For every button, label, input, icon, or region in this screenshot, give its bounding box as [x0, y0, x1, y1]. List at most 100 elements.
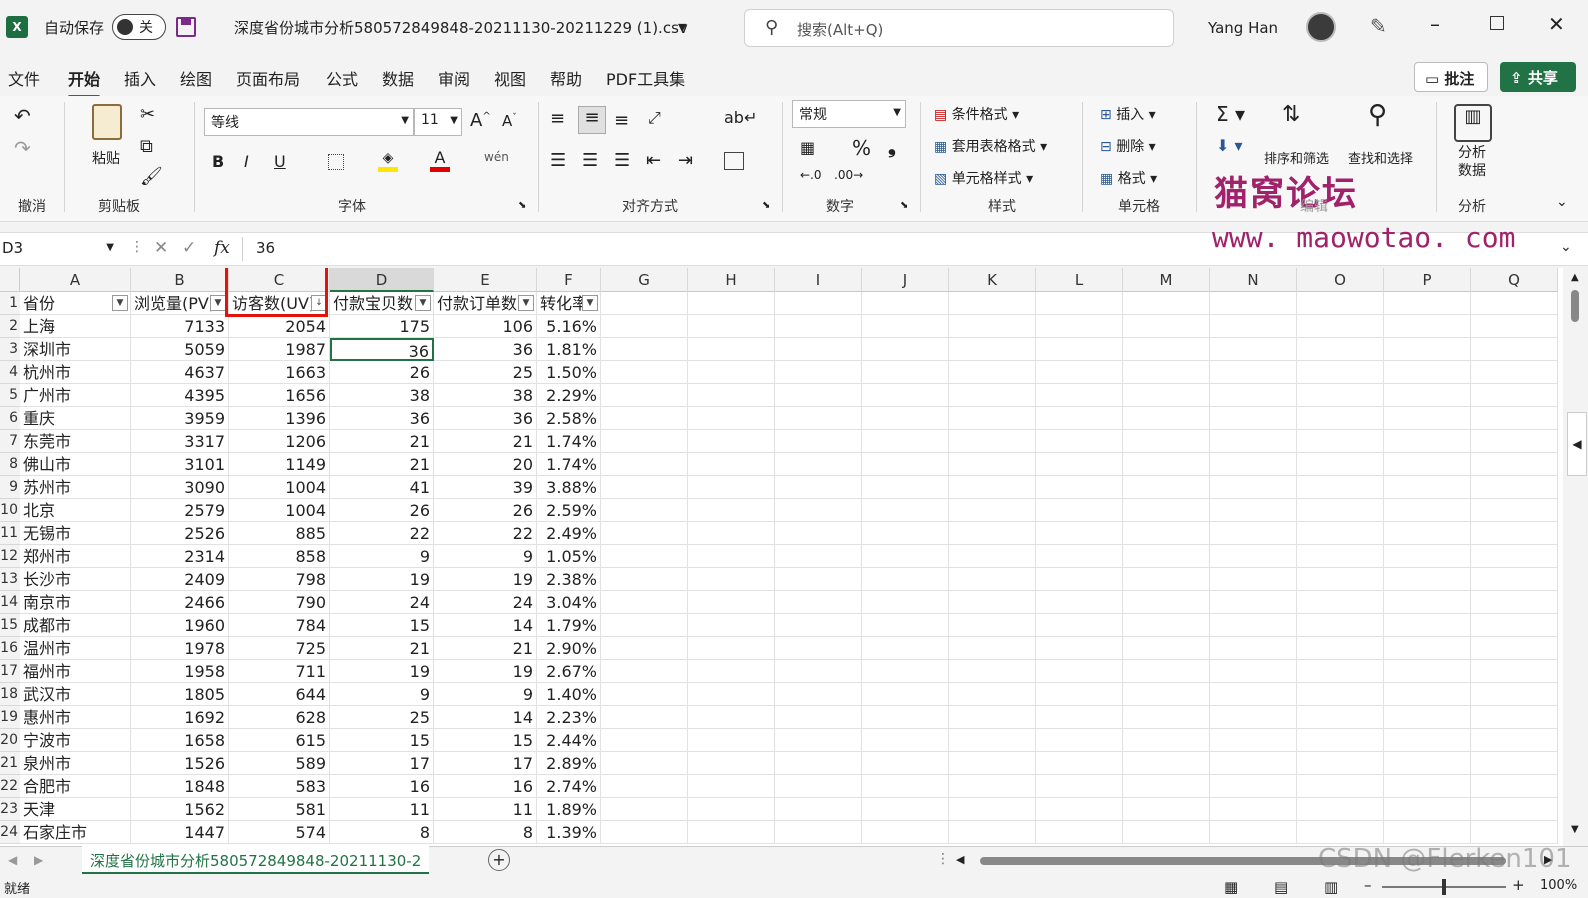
- empty-cell[interactable]: [601, 798, 688, 821]
- empty-cell[interactable]: [949, 614, 1036, 637]
- header-cell[interactable]: 付款订单数 ▼: [434, 292, 537, 315]
- table-cell[interactable]: 1.74%: [537, 453, 601, 476]
- empty-cell[interactable]: [688, 683, 775, 706]
- empty-cell[interactable]: [1123, 637, 1210, 660]
- empty-cell[interactable]: [862, 821, 949, 844]
- table-cell[interactable]: 19: [434, 568, 537, 591]
- empty-cell[interactable]: [1471, 545, 1558, 568]
- table-cell[interactable]: 2579: [131, 499, 229, 522]
- empty-cell[interactable]: [688, 614, 775, 637]
- empty-cell[interactable]: [1123, 407, 1210, 430]
- user-name[interactable]: Yang Han: [1208, 18, 1278, 38]
- column-header-j[interactable]: J: [862, 268, 949, 292]
- empty-cell[interactable]: [1384, 361, 1471, 384]
- empty-cell[interactable]: [1297, 338, 1384, 361]
- empty-cell[interactable]: [775, 706, 862, 729]
- table-cell[interactable]: 26: [330, 499, 434, 522]
- delete-cells-button[interactable]: ⊟ 删除 ▾: [1100, 136, 1156, 156]
- empty-cell[interactable]: [775, 821, 862, 844]
- empty-cell[interactable]: [1036, 545, 1123, 568]
- row-header[interactable]: 15: [0, 614, 20, 637]
- empty-cell[interactable]: [1297, 522, 1384, 545]
- table-cell[interactable]: 合肥市: [20, 775, 131, 798]
- table-cell[interactable]: 1.39%: [537, 821, 601, 844]
- table-cell[interactable]: 39: [434, 476, 537, 499]
- empty-cell[interactable]: [862, 522, 949, 545]
- empty-cell[interactable]: [1036, 338, 1123, 361]
- menu-pdf-tools[interactable]: PDF工具集: [606, 66, 685, 90]
- empty-cell[interactable]: [862, 660, 949, 683]
- sort-descending-filter-icon[interactable]: ↓: [311, 295, 327, 311]
- empty-cell[interactable]: [1036, 706, 1123, 729]
- table-cell[interactable]: 4395: [131, 384, 229, 407]
- table-cell[interactable]: 15: [330, 729, 434, 752]
- empty-cell[interactable]: [1471, 315, 1558, 338]
- row-header[interactable]: 3: [0, 338, 20, 361]
- empty-cell[interactable]: [601, 430, 688, 453]
- cancel-icon[interactable]: ✕: [154, 238, 168, 258]
- empty-cell[interactable]: [1036, 499, 1123, 522]
- scroll-thumb[interactable]: [1571, 290, 1579, 322]
- empty-cell[interactable]: [1123, 476, 1210, 499]
- conditional-format-button[interactable]: ▤ 条件格式 ▾: [934, 104, 1019, 124]
- empty-cell[interactable]: [1384, 591, 1471, 614]
- empty-cell[interactable]: [862, 499, 949, 522]
- empty-cell[interactable]: [1384, 315, 1471, 338]
- empty-cell[interactable]: [775, 338, 862, 361]
- empty-cell[interactable]: [1384, 407, 1471, 430]
- empty-cell[interactable]: [1210, 798, 1297, 821]
- empty-cell[interactable]: [1210, 407, 1297, 430]
- vertical-scrollbar[interactable]: ▲ ◀ ▼: [1563, 268, 1588, 846]
- align-left-icon[interactable]: ☰: [550, 150, 566, 171]
- empty-cell[interactable]: [1036, 775, 1123, 798]
- empty-cell[interactable]: [1384, 476, 1471, 499]
- cut-icon[interactable]: ✂: [140, 104, 155, 125]
- page-break-view-icon[interactable]: ▥: [1324, 878, 1338, 896]
- empty-cell[interactable]: [1384, 568, 1471, 591]
- empty-cell[interactable]: [1384, 729, 1471, 752]
- empty-cell[interactable]: [1297, 430, 1384, 453]
- empty-cell[interactable]: [1123, 752, 1210, 775]
- sheet-tab-active[interactable]: 深度省份城市分析580572849848-20211130-2: [82, 846, 430, 874]
- empty-cell[interactable]: [775, 453, 862, 476]
- table-cell[interactable]: 1.74%: [537, 430, 601, 453]
- empty-cell[interactable]: [775, 476, 862, 499]
- sort-filter-icon[interactable]: ⇅: [1282, 102, 1300, 127]
- paste-icon[interactable]: [92, 104, 122, 140]
- column-header-k[interactable]: K: [949, 268, 1036, 292]
- empty-cell[interactable]: [949, 637, 1036, 660]
- table-cell[interactable]: 3090: [131, 476, 229, 499]
- empty-cell[interactable]: [1471, 821, 1558, 844]
- table-cell[interactable]: 2314: [131, 545, 229, 568]
- table-cell[interactable]: 1978: [131, 637, 229, 660]
- empty-cell[interactable]: [1036, 292, 1123, 315]
- empty-cell[interactable]: [1384, 614, 1471, 637]
- empty-cell[interactable]: [1210, 752, 1297, 775]
- row-header[interactable]: 4: [0, 361, 20, 384]
- empty-cell[interactable]: [1123, 499, 1210, 522]
- table-cell[interactable]: 长沙市: [20, 568, 131, 591]
- empty-cell[interactable]: [775, 775, 862, 798]
- tab-splitter-icon[interactable]: ⋮: [936, 851, 950, 867]
- table-cell[interactable]: 628: [229, 706, 330, 729]
- table-cell[interactable]: 15: [330, 614, 434, 637]
- empty-cell[interactable]: [1210, 315, 1297, 338]
- empty-cell[interactable]: [862, 568, 949, 591]
- table-cell[interactable]: 26: [330, 361, 434, 384]
- empty-cell[interactable]: [601, 729, 688, 752]
- table-cell[interactable]: 21: [330, 430, 434, 453]
- table-cell[interactable]: 2.59%: [537, 499, 601, 522]
- empty-cell[interactable]: [1471, 361, 1558, 384]
- empty-cell[interactable]: [688, 591, 775, 614]
- comment-button[interactable]: ▭ 批注: [1414, 62, 1488, 92]
- table-cell[interactable]: 温州市: [20, 637, 131, 660]
- table-cell[interactable]: 1658: [131, 729, 229, 752]
- table-cell[interactable]: 17: [434, 752, 537, 775]
- worksheet-grid[interactable]: A B C D E F G H I J K L M N O P Q 1 省份 ▼ 浏览量(PV) ▼ 访客数(UV) ↓ 付款宝…: [0, 268, 1588, 846]
- empty-cell[interactable]: [949, 292, 1036, 315]
- expand-formula-icon[interactable]: ⌄: [1560, 239, 1572, 255]
- table-cell[interactable]: 3.88%: [537, 476, 601, 499]
- table-cell[interactable]: 广州市: [20, 384, 131, 407]
- table-cell[interactable]: 19: [434, 660, 537, 683]
- table-cell[interactable]: 2526: [131, 522, 229, 545]
